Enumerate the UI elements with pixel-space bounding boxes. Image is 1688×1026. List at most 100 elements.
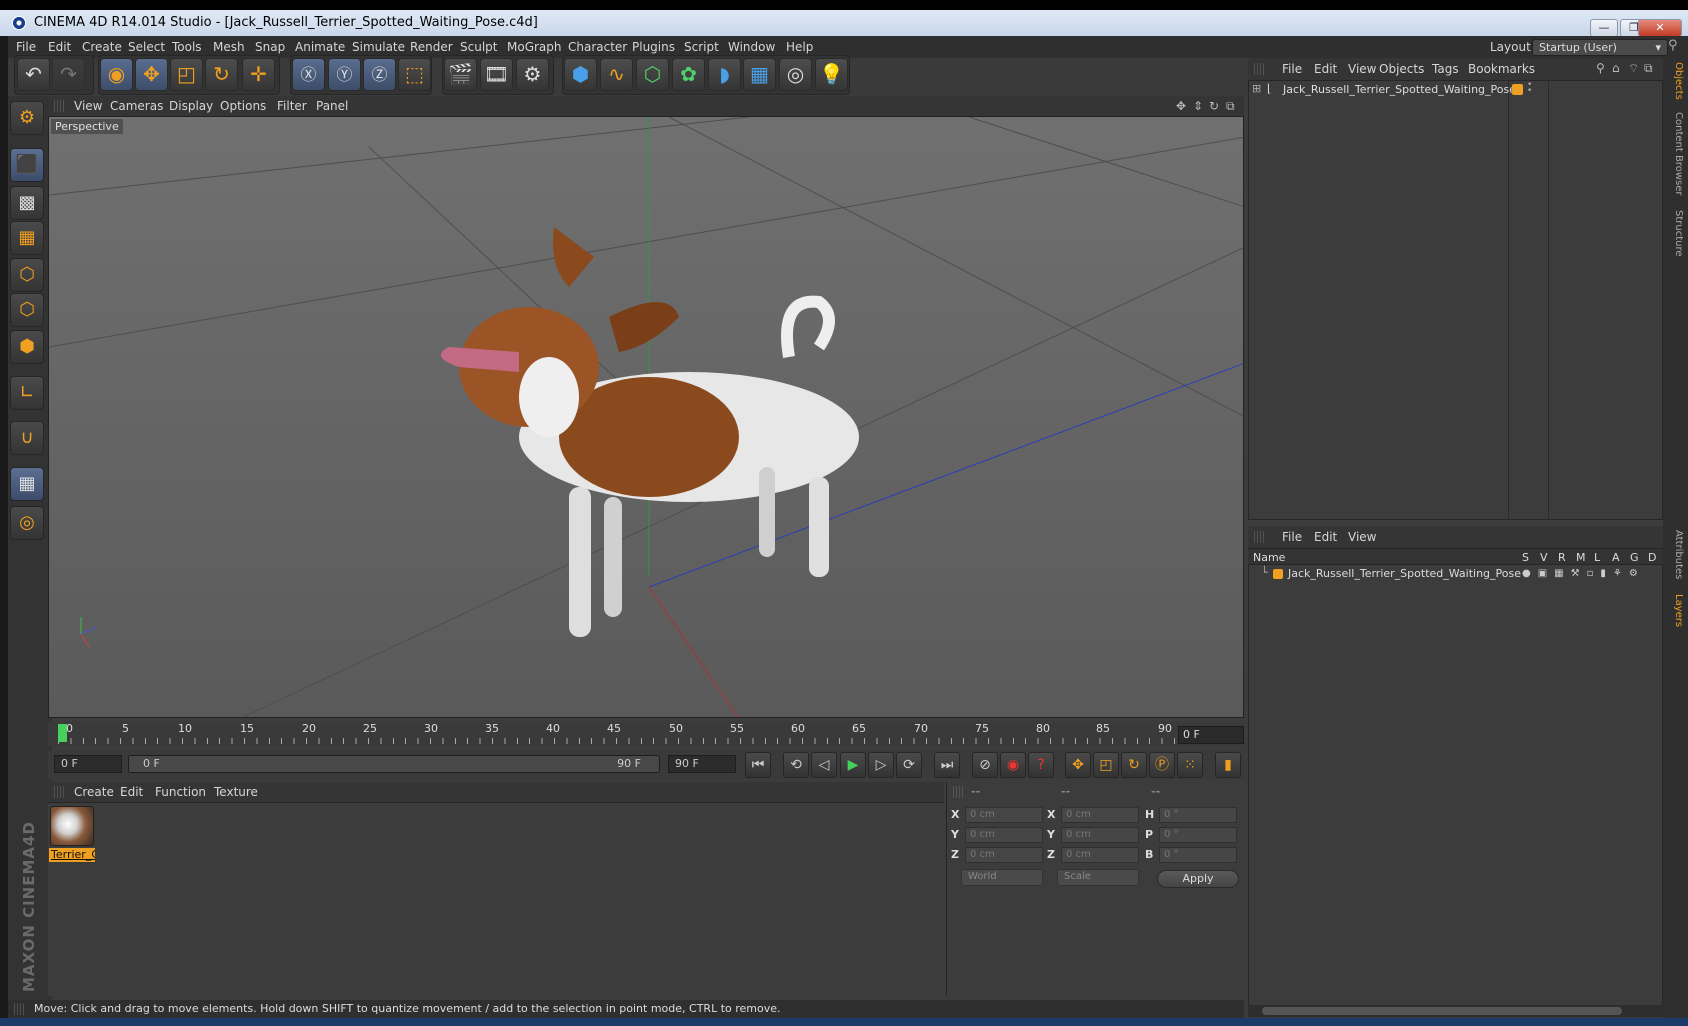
timeline-ruler[interactable]: 0 5 10 15 20 25 30 35 40 45 50 55 60 65 … [48,722,1244,746]
apply-button[interactable]: Apply [1157,870,1239,888]
layer-col-deformers[interactable]: D [1648,551,1656,564]
magnet-icon[interactable]: ∪ [10,421,44,455]
rotation-h-field[interactable]: 0 ° [1159,807,1237,823]
y-axis-lock-icon[interactable]: Ⓨ [328,58,361,91]
layer-toggle-icons[interactable]: ●▣▦⚒▫▮⚘⚙ [1522,568,1645,579]
layer-col-manager[interactable]: M [1576,551,1586,564]
x-axis-lock-icon[interactable]: Ⓧ [292,58,325,91]
viewport-menu-view[interactable]: View [74,99,102,113]
viewport-menu-cameras[interactable]: Cameras [110,99,163,113]
layer-color-icon[interactable] [1273,569,1283,579]
layer-col-render[interactable]: R [1558,551,1566,564]
home-icon[interactable]: ⌂ [1612,61,1620,75]
expand-icon[interactable]: ⊞ [1252,82,1261,95]
key-rotation-icon[interactable]: ↻ [1121,752,1147,778]
array-icon[interactable]: ✿ [672,58,705,91]
menu-plugins[interactable]: Plugins [632,40,675,54]
material-thumbnail[interactable] [50,806,94,846]
viewport-menu-display[interactable]: Display [169,99,213,113]
create-tool-icon[interactable]: ✛ [242,58,275,91]
search-icon[interactable]: ⚲ [1596,61,1605,75]
workplane-lock-icon[interactable]: ▦ [10,467,44,501]
menu-select[interactable]: Select [128,40,165,54]
layer-col-name[interactable]: Name [1253,551,1285,564]
back-icon[interactable]: ⌔ [1628,61,1639,76]
go-to-start-icon[interactable]: ⏮ [745,752,771,778]
menu-window[interactable]: Window [728,40,775,54]
menu-mograph[interactable]: MoGraph [507,40,562,54]
viewport-menu-options[interactable]: Options [220,99,266,113]
tab-attributes[interactable]: Attributes [1666,530,1684,579]
object-list-item[interactable]: Jack_Russell_Terrier_Spotted_Waiting_Pos… [1283,83,1516,96]
visibility-dots-icon[interactable]: • • [1527,81,1532,96]
material-menu-function[interactable]: Function [155,785,206,799]
new-window-icon[interactable]: ⧉ [1644,61,1653,76]
frame-range-slider[interactable]: 0 F 90 F [128,755,660,773]
make-editable-icon[interactable]: ⚙ [10,101,44,135]
model-mode-icon[interactable]: ⬛ [10,148,44,182]
panel-grip-icon[interactable] [54,786,64,798]
timeline-window-icon[interactable]: ▮ [1215,752,1241,778]
record-keys-icon[interactable]: ⊘ [972,752,998,778]
viewport-menu-filter[interactable]: Filter [277,99,307,113]
render-view-icon[interactable]: 🎬 [444,58,477,91]
nurbs-icon[interactable]: ⬡ [636,58,669,91]
position-y-field[interactable]: 0 cm [965,827,1043,843]
polygons-mode-icon[interactable]: ⬢ [10,330,44,364]
search-icon[interactable]: ⚲ [1668,38,1678,53]
camera-icon[interactable]: ◎ [779,58,812,91]
panel-grip-icon[interactable] [1254,531,1264,543]
minimize-button[interactable]: — [1590,19,1618,37]
layer-col-locked[interactable]: L [1594,551,1600,564]
rotation-b-field[interactable]: 0 ° [1159,847,1237,863]
object-menu-view[interactable]: View [1348,62,1376,76]
object-menu-bookmarks[interactable]: Bookmarks [1468,62,1535,76]
menu-simulate[interactable]: Simulate [352,40,405,54]
menu-tools[interactable]: Tools [172,40,202,54]
menu-create[interactable]: Create [82,40,122,54]
size-x-field[interactable]: 0 cm [1061,807,1139,823]
layer-col-solo[interactable]: S [1522,551,1529,564]
viewport-rotate-icon[interactable]: ↻ [1209,99,1219,113]
previous-keyframe-icon[interactable]: ⟲ [783,752,809,778]
tab-objects[interactable]: Objects [1666,62,1684,100]
material-menu-create[interactable]: Create [74,785,114,799]
go-to-end-icon[interactable]: ⏭ [934,752,960,778]
layer-menu-view[interactable]: View [1348,530,1376,544]
axis-mode-icon[interactable]: ∟ [10,376,44,410]
next-keyframe-icon[interactable]: ⟳ [896,752,922,778]
viewport-zoom-icon[interactable]: ⇕ [1193,99,1203,113]
render-picture-viewer-icon[interactable]: 🎞 [480,58,513,91]
viewport-move-icon[interactable]: ✥ [1176,99,1186,113]
object-menu-tags[interactable]: Tags [1432,62,1459,76]
layer-menu-file[interactable]: File [1282,530,1302,544]
z-axis-lock-icon[interactable]: Ⓩ [363,58,396,91]
light-icon[interactable]: 💡 [815,58,848,91]
key-pla-icon[interactable]: ⁙ [1177,752,1203,778]
tab-content-browser[interactable]: Content Browser [1666,112,1684,195]
menu-sculpt[interactable]: Sculpt [460,40,497,54]
layer-menu-edit[interactable]: Edit [1314,530,1337,544]
move-tool-icon[interactable]: ✥ [135,58,168,91]
menu-help[interactable]: Help [786,40,813,54]
size-y-field[interactable]: 0 cm [1061,827,1139,843]
panel-grip-icon[interactable] [1254,63,1264,75]
menu-mesh[interactable]: Mesh [213,40,245,54]
layer-color-icon[interactable] [1512,84,1523,95]
layer-list-item[interactable]: Jack_Russell_Terrier_Spotted_Waiting_Pos… [1288,567,1521,580]
current-frame-field[interactable]: 0 F [1178,726,1244,744]
panel-grip-icon[interactable] [14,1003,24,1015]
close-button[interactable]: ✕ [1638,19,1682,37]
snap-icon[interactable]: ◎ [10,506,44,540]
object-menu-objects[interactable]: Objects [1379,62,1424,76]
material-name[interactable]: Terrier_C [49,848,95,862]
play-icon[interactable]: ▶ [840,752,866,778]
scale-tool-icon[interactable]: ◰ [170,58,203,91]
layout-select[interactable]: Startup (User) ▾ [1532,39,1668,56]
deformer-icon[interactable]: ◗ [708,58,741,91]
layer-col-animation[interactable]: A [1612,551,1620,564]
menu-character[interactable]: Character [568,40,627,54]
position-z-field[interactable]: 0 cm [965,847,1043,863]
keyframe-selection-icon[interactable]: ? [1028,752,1054,778]
texture-mode-icon[interactable]: ▩ [10,186,44,220]
